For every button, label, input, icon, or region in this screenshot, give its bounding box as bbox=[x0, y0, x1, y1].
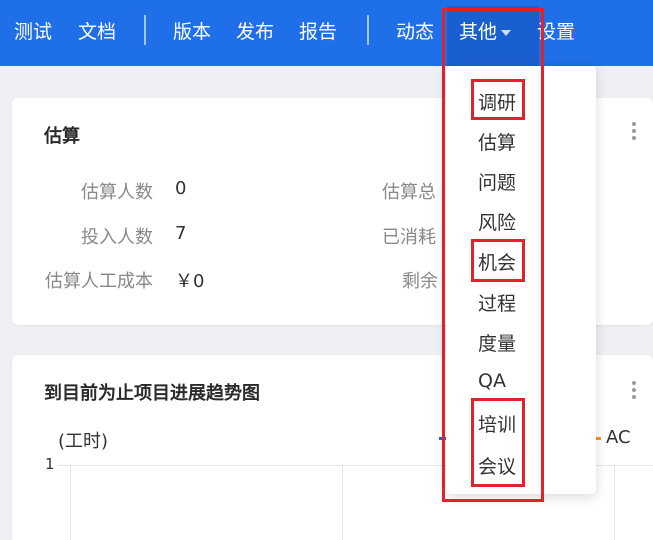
legend-ac-label: AC bbox=[606, 427, 631, 448]
dropdown-item-process[interactable]: 过程 bbox=[478, 289, 516, 316]
estimate-value: 7 bbox=[175, 223, 187, 244]
y-tick-label: 1 bbox=[45, 455, 55, 473]
chevron-down-icon bbox=[501, 29, 512, 36]
nav-item-other-label: 其他 bbox=[459, 21, 498, 43]
estimate-label-2: 估算总 bbox=[382, 182, 436, 203]
legend-swatch-blue bbox=[439, 437, 446, 440]
nav-item-settings[interactable]: 设置 bbox=[537, 17, 575, 44]
estimate-value: 0 bbox=[175, 178, 187, 199]
more-vertical-icon[interactable] bbox=[631, 381, 637, 403]
top-nav-bar: 测试 文档 版本 发布 报告 动态 其他 设置 bbox=[0, 0, 653, 66]
dropdown-item-research[interactable]: 调研 bbox=[478, 88, 516, 115]
chart-gridline bbox=[342, 465, 343, 540]
nav-item-report[interactable]: 报告 bbox=[299, 17, 337, 44]
nav-item-test[interactable]: 测试 bbox=[14, 17, 52, 44]
estimate-label-2: 已消耗 bbox=[382, 227, 436, 248]
nav-divider bbox=[144, 15, 146, 45]
dropdown-item-estimate[interactable]: 估算 bbox=[478, 128, 516, 155]
dropdown-item-metrics[interactable]: 度量 bbox=[478, 329, 516, 356]
other-dropdown-menu: 调研 估算 问题 风险 机会 过程 度量 QA 培训 会议 bbox=[446, 66, 596, 494]
dropdown-item-qa[interactable]: QA bbox=[478, 370, 506, 392]
nav-item-release[interactable]: 发布 bbox=[236, 17, 274, 44]
y-axis-unit: (工时) bbox=[58, 431, 109, 452]
estimate-card-title: 估算 bbox=[44, 126, 80, 147]
dropdown-item-issues[interactable]: 问题 bbox=[478, 168, 516, 195]
estimate-label: 估算人工成本 bbox=[45, 271, 153, 292]
dropdown-item-training[interactable]: 培训 bbox=[478, 410, 516, 437]
nav-item-other[interactable]: 其他 bbox=[459, 17, 512, 44]
dropdown-item-risks[interactable]: 风险 bbox=[478, 208, 516, 235]
more-vertical-icon[interactable] bbox=[631, 122, 637, 144]
estimate-value: ￥0 bbox=[175, 271, 205, 292]
trend-card-title: 到目前为止项目进展趋势图 bbox=[44, 383, 260, 404]
chart-gridline bbox=[70, 465, 71, 540]
dropdown-item-opportunity[interactable]: 机会 bbox=[478, 248, 516, 275]
nav-divider bbox=[367, 15, 369, 45]
nav-item-docs[interactable]: 文档 bbox=[78, 17, 116, 44]
chart-gridline bbox=[614, 465, 615, 540]
nav-item-version[interactable]: 版本 bbox=[173, 17, 211, 44]
estimate-label: 投入人数 bbox=[81, 227, 153, 248]
estimate-label-2: 剩余 bbox=[402, 271, 438, 292]
dropdown-item-meeting[interactable]: 会议 bbox=[478, 452, 516, 479]
estimate-label: 估算人数 bbox=[81, 182, 153, 203]
nav-item-activity[interactable]: 动态 bbox=[396, 17, 434, 44]
